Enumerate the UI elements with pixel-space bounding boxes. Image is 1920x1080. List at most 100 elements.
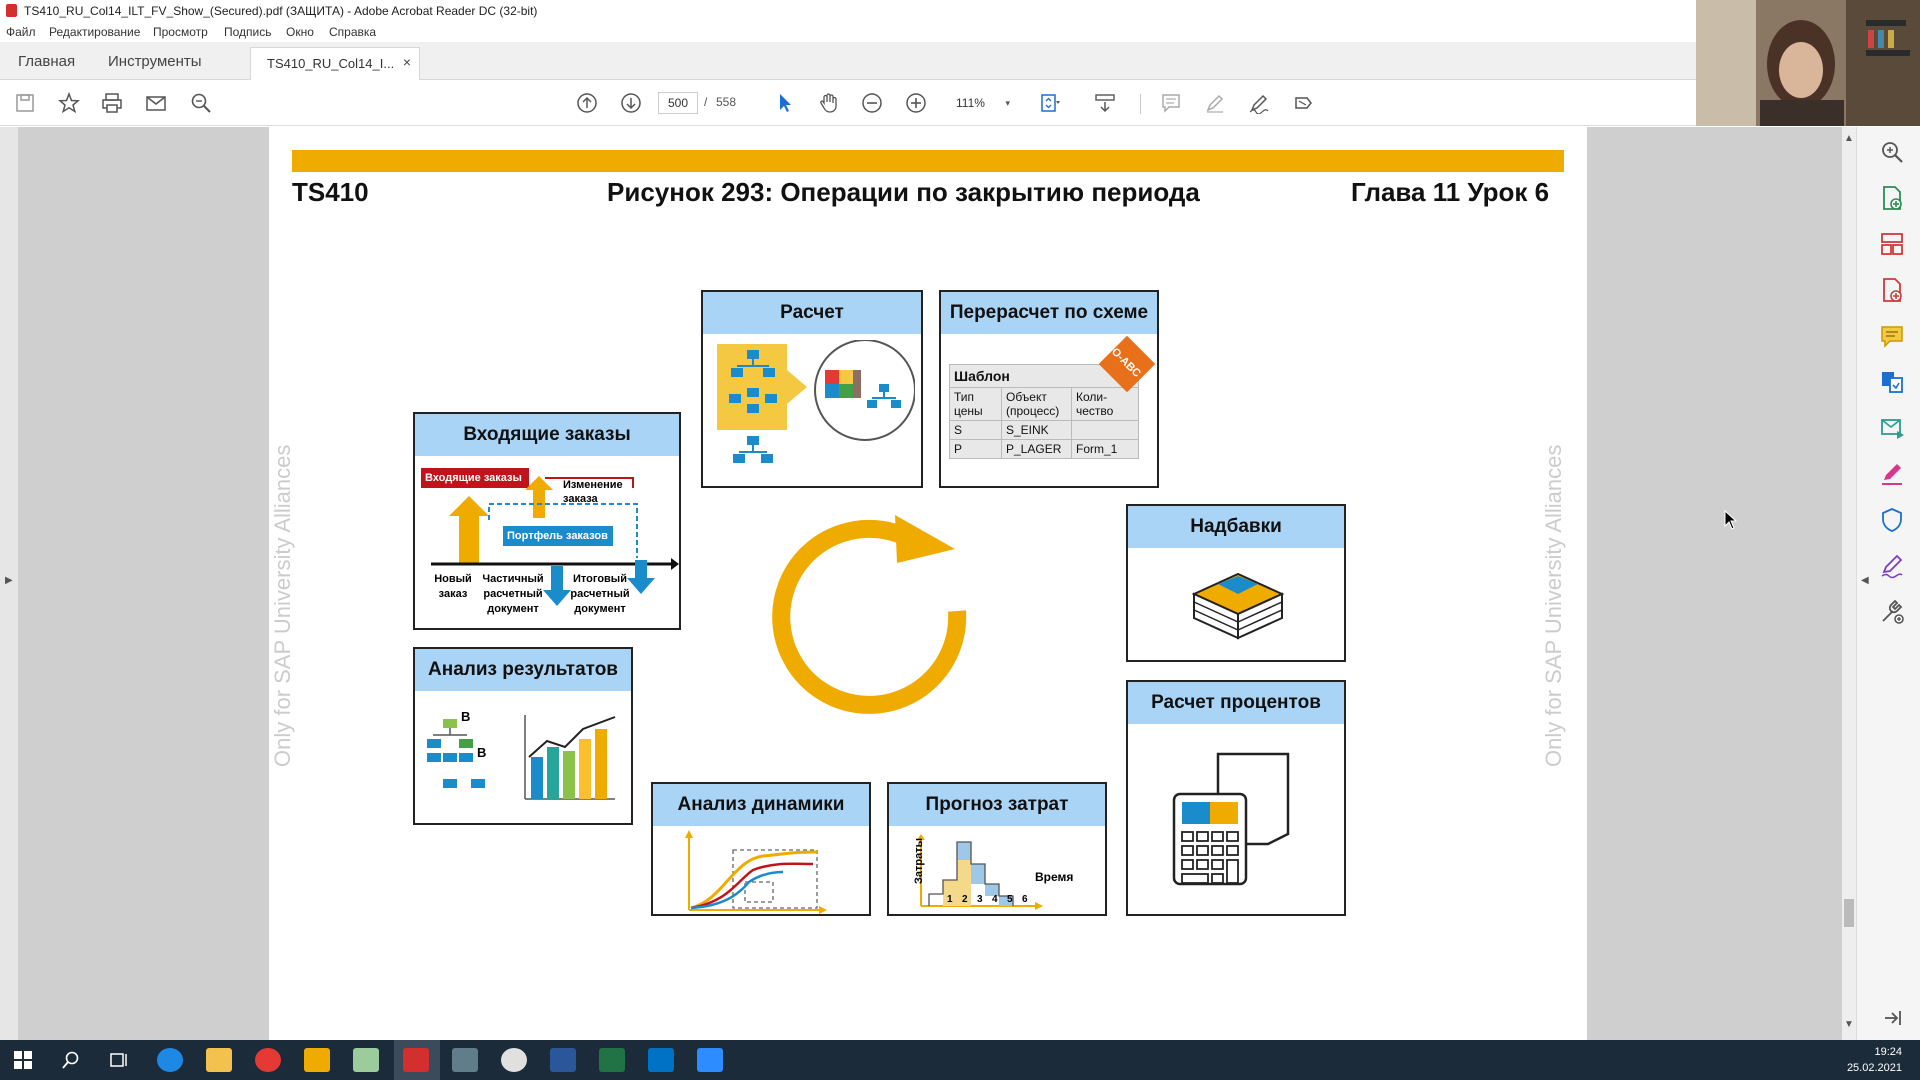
menu-view[interactable]: Просмотр — [153, 25, 208, 39]
menu-window[interactable]: Окно — [286, 25, 314, 39]
box-dynamics-analysis: Анализ динамики — [651, 782, 871, 916]
toolbar: 500 / 558 111% ▾ — [0, 80, 1696, 126]
opera-browser-icon[interactable] — [255, 1048, 281, 1072]
box-calculation-title: Расчет — [703, 292, 921, 334]
box-template-recalc-title: Перерасчет по схеме — [941, 292, 1157, 334]
send-for-review-icon[interactable] — [1879, 415, 1905, 441]
tab-bar: Главная Инструменты TS410_RU_Col14_I... … — [0, 42, 1696, 80]
webcam-presenter-image — [1696, 0, 1920, 126]
menu-sign[interactable]: Подпись — [224, 25, 272, 39]
template-cell: Form_1 — [1071, 439, 1139, 459]
file-explorer-icon[interactable] — [206, 1048, 232, 1072]
title-bar: TS410_RU_Col14_ILT_FV_Show_(Secured).pdf… — [0, 0, 1696, 22]
results-analysis-diagram — [427, 715, 616, 800]
order-change-label: Изменение заказа — [563, 479, 623, 505]
scroll-mode-icon[interactable] — [1092, 90, 1118, 116]
request-signature-icon[interactable] — [1879, 553, 1905, 579]
save-icon[interactable] — [12, 90, 38, 116]
chapter-label: Глава 11 Урок 6 — [1351, 177, 1550, 207]
zoom-app-icon[interactable] — [697, 1048, 723, 1072]
search-zoom-icon[interactable] — [1879, 139, 1905, 165]
windows-taskbar: 19:24 25.02.2021 — [0, 1040, 1920, 1080]
tab-tools[interactable]: Инструменты — [108, 53, 202, 70]
calculator-app-icon[interactable] — [452, 1048, 478, 1072]
left-nav-panel[interactable]: ▶ — [0, 127, 18, 1040]
template-col-price-type: Тип цены — [949, 387, 1002, 421]
select-cursor-icon[interactable] — [772, 90, 798, 116]
tab-document[interactable]: TS410_RU_Col14_I... × — [250, 47, 420, 80]
sticky-app-icon[interactable] — [304, 1048, 330, 1072]
excel-app-icon[interactable] — [599, 1048, 625, 1072]
print-icon[interactable] — [99, 90, 125, 116]
outlook-app-icon[interactable] — [648, 1048, 674, 1072]
figure-title: Рисунок 293: Операции по закрытию период… — [607, 177, 1200, 207]
taskbar-search-icon[interactable] — [62, 1051, 80, 1069]
tick-label: 3 — [977, 894, 983, 905]
template-col-quantity: Коли-чество — [1071, 387, 1139, 421]
menu-file[interactable]: Файл — [6, 25, 36, 39]
dynamics-chart-icon — [685, 830, 827, 914]
partial-document-label: Частичный расчетный документ — [482, 573, 544, 615]
comment-tool-icon[interactable] — [1879, 323, 1905, 349]
time-axis-label: Время — [1035, 870, 1074, 884]
tick-label: 5 — [1007, 894, 1013, 905]
highlight-pen-icon[interactable] — [1202, 90, 1228, 116]
collapse-panel-icon[interactable]: ◀ — [1861, 575, 1869, 586]
expand-panel-icon[interactable] — [1879, 1005, 1905, 1031]
comment-icon[interactable] — [1158, 90, 1184, 116]
word-app-icon[interactable] — [550, 1048, 576, 1072]
fit-page-icon[interactable] — [1037, 90, 1063, 116]
order-portfolio-label: Портфель заказов — [507, 530, 608, 542]
zoom-select[interactable]: 111% ▾ — [948, 92, 1014, 114]
tab-home[interactable]: Главная — [18, 53, 75, 70]
next-page-icon[interactable] — [618, 90, 644, 116]
sign-icon[interactable] — [1246, 90, 1272, 116]
box-incoming-orders: Входящие заказы Входящие заказы Изменени… — [413, 412, 681, 630]
star-icon[interactable] — [56, 90, 82, 116]
tick-label: 2 — [962, 894, 968, 905]
box-cost-forecast-title: Прогноз затрат — [889, 784, 1105, 826]
menu-help[interactable]: Справка — [329, 25, 376, 39]
tick-label: 6 — [1022, 894, 1028, 905]
zoom-in-icon[interactable] — [903, 90, 929, 116]
expand-left-panel-icon[interactable]: ▶ — [5, 575, 13, 586]
close-tab-icon[interactable]: × — [403, 54, 411, 70]
hand-tool-icon[interactable] — [816, 90, 842, 116]
protect-shield-icon[interactable] — [1879, 507, 1905, 533]
box-interest-calculation: Расчет процентов — [1126, 680, 1346, 916]
page-number-input[interactable]: 500 — [658, 92, 698, 114]
windows-start-icon[interactable] — [14, 1051, 32, 1069]
prev-page-icon[interactable] — [574, 90, 600, 116]
task-view-icon[interactable] — [110, 1051, 128, 1069]
vertical-scrollbar[interactable]: ▲ ▼ — [1842, 127, 1856, 1040]
system-clock[interactable]: 19:24 25.02.2021 — [1847, 1044, 1902, 1076]
fill-sign-icon[interactable] — [1879, 461, 1905, 487]
zoom-out-icon[interactable] — [859, 90, 885, 116]
template-col-object: Объект (процесс) — [1001, 387, 1072, 421]
box-interest-calculation-title: Расчет процентов — [1128, 682, 1344, 724]
chevron-down-icon: ▾ — [1005, 98, 1010, 108]
organize-pages-icon[interactable] — [1879, 231, 1905, 257]
search-icon[interactable] — [188, 90, 214, 116]
clock-time: 19:24 — [1874, 1046, 1902, 1058]
more-tools-icon[interactable] — [1879, 599, 1905, 625]
box-dynamics-analysis-title: Анализ динамики — [653, 784, 869, 826]
scroll-down-icon[interactable]: ▼ — [1844, 1019, 1854, 1030]
share-icon[interactable] — [1290, 90, 1316, 116]
window-title: TS410_RU_Col14_ILT_FV_Show_(Secured).pdf… — [24, 4, 538, 18]
acrobat-taskbar-icon[interactable] — [403, 1048, 429, 1072]
create-pdf-icon[interactable] — [1879, 277, 1905, 303]
incoming-orders-label: Входящие заказы — [425, 472, 522, 484]
edge-browser-icon[interactable] — [157, 1048, 183, 1072]
notepad-app-icon[interactable] — [353, 1048, 379, 1072]
box-results-analysis-title: Анализ результатов — [415, 649, 631, 691]
export-pdf-icon[interactable] — [1879, 185, 1905, 211]
scrollbar-thumb[interactable] — [1844, 899, 1854, 927]
combine-files-icon[interactable] — [1879, 369, 1905, 395]
scroll-up-icon[interactable]: ▲ — [1844, 133, 1854, 144]
pdf-page: TS410 Рисунок 293: Операции по закрытию … — [269, 127, 1587, 1040]
chrome-browser-icon[interactable] — [501, 1048, 527, 1072]
email-icon[interactable] — [143, 90, 169, 116]
menu-edit[interactable]: Редактирование — [49, 25, 140, 39]
header-accent-bar — [292, 150, 1564, 172]
